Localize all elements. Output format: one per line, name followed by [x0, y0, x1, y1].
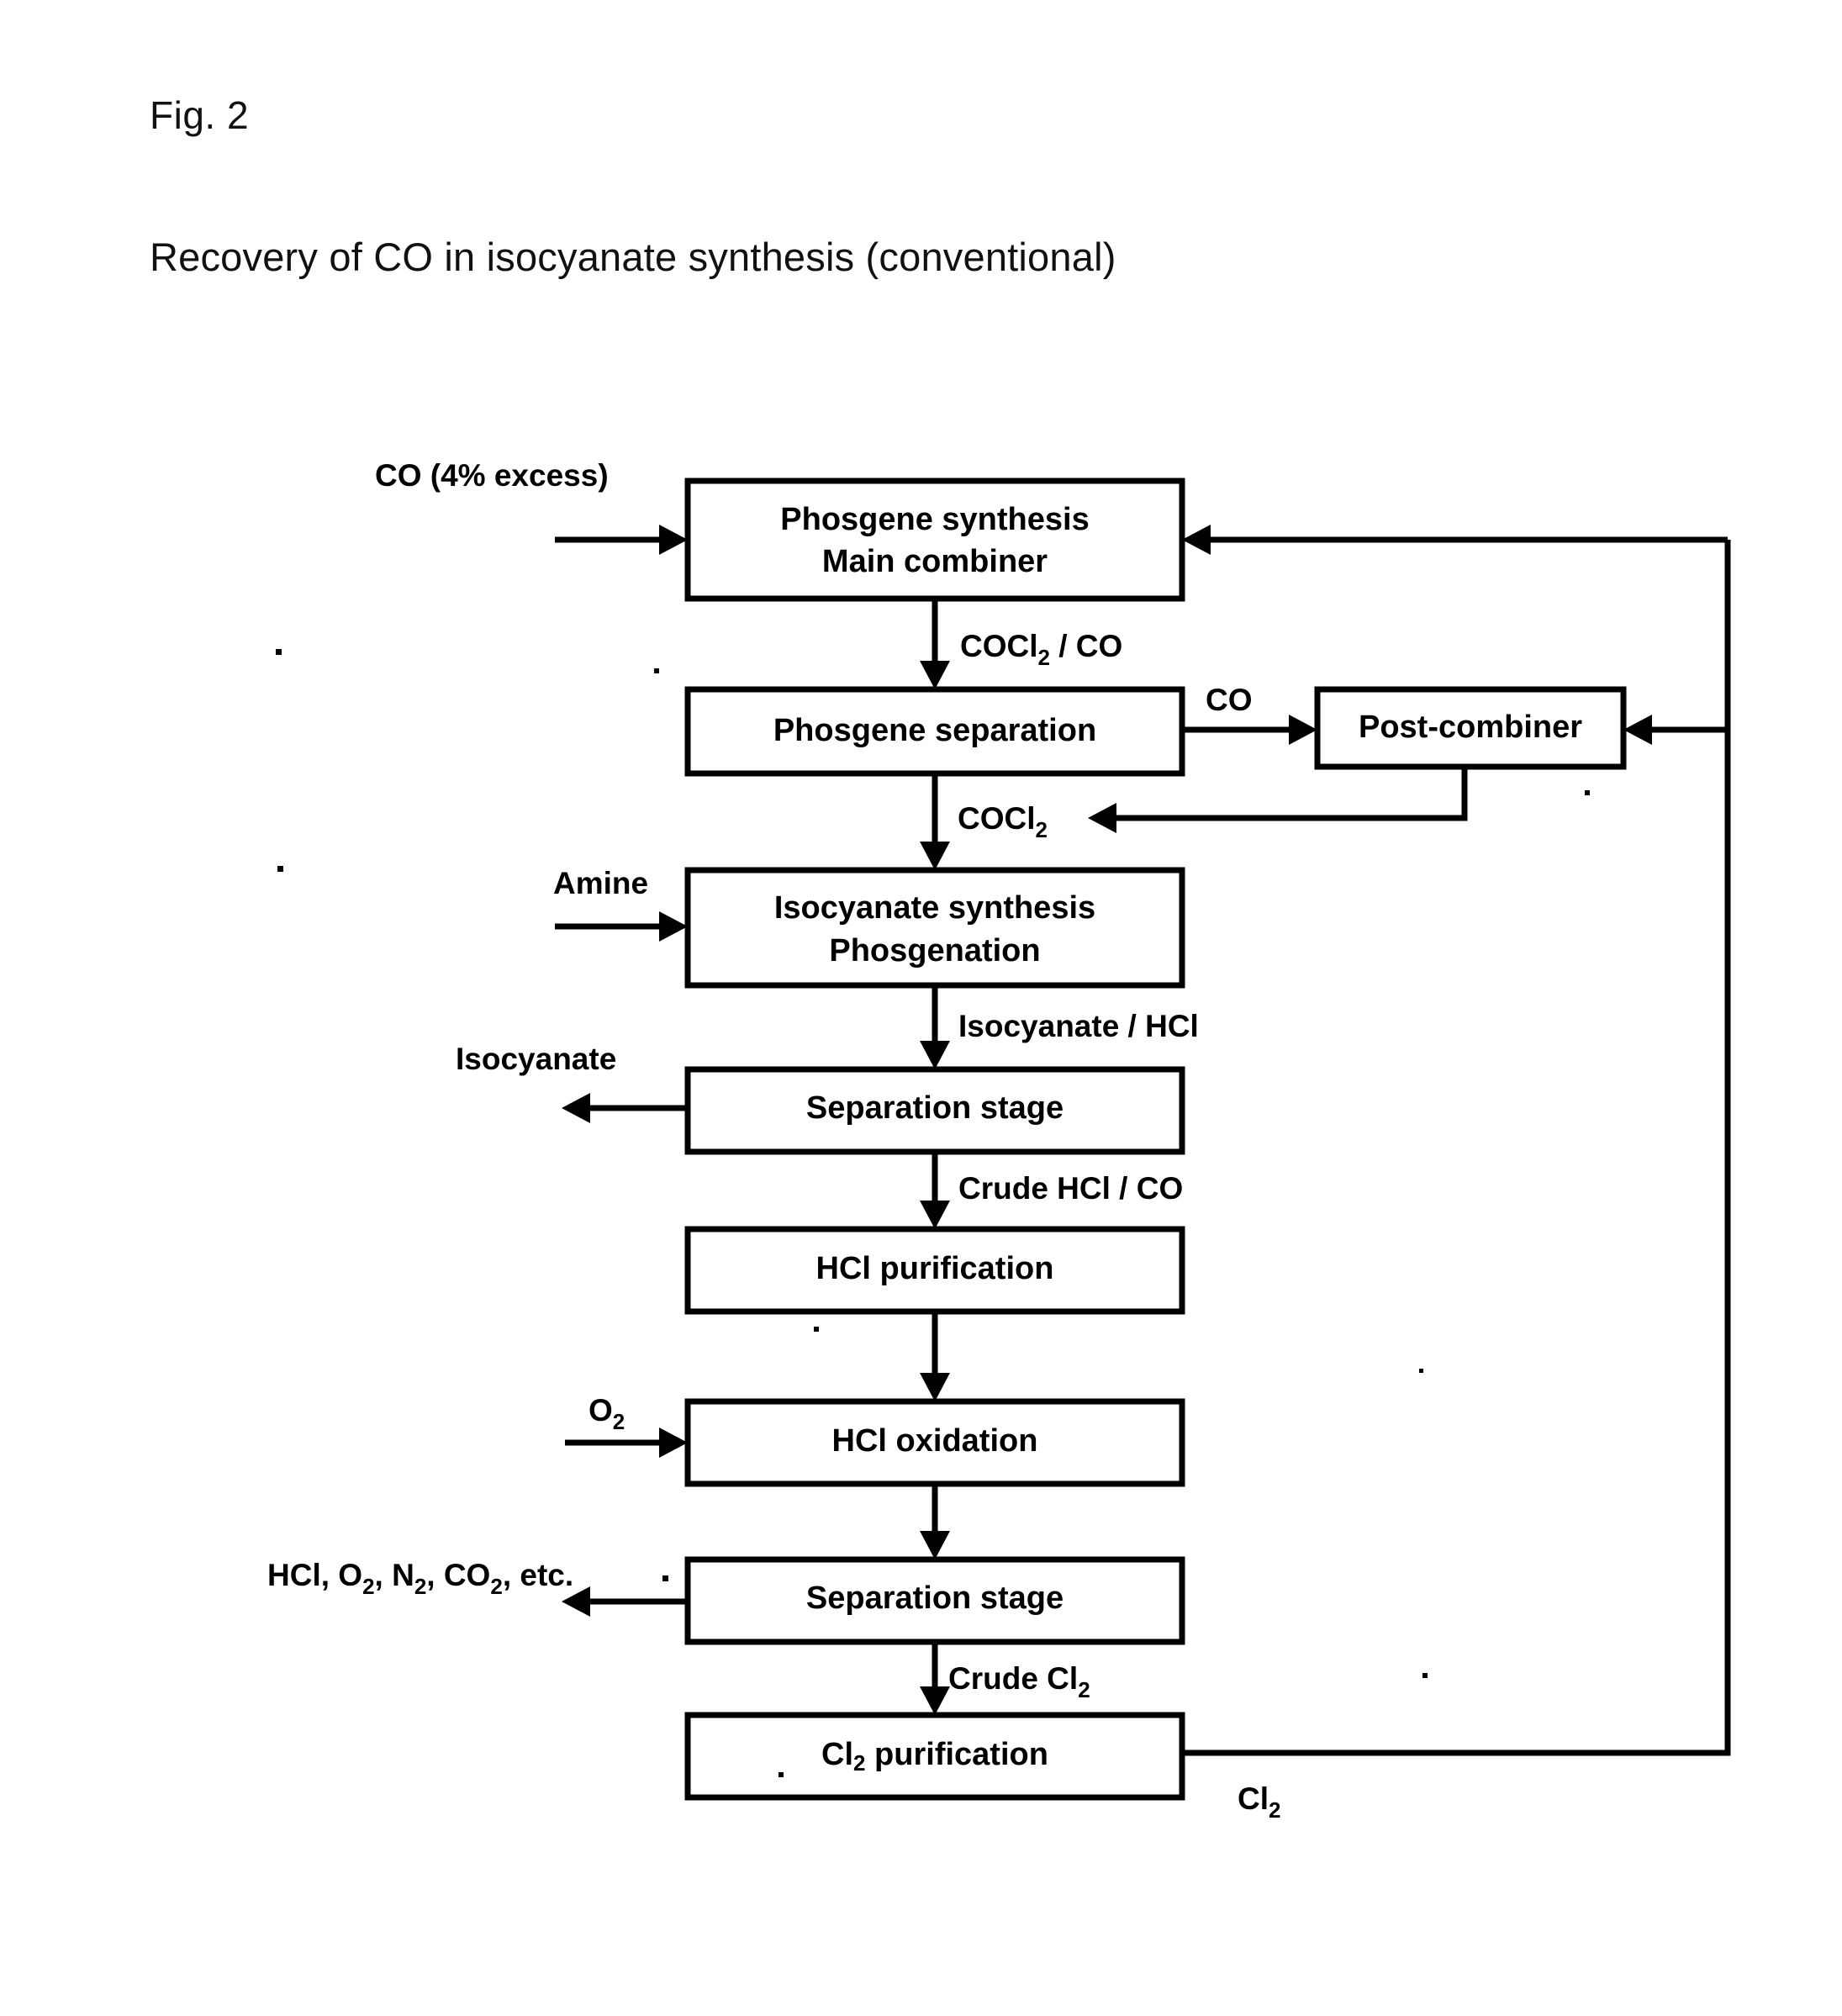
- edge-isocyanate-out: [562, 1093, 688, 1123]
- isocyanate-synthesis-label-line2: Phosgenation: [829, 933, 1040, 968]
- node-post-combiner[interactable]: Post-combiner: [1314, 686, 1627, 770]
- figure-page: Fig. 2 Recovery of CO in isocyanate synt…: [0, 0, 1842, 2016]
- isocyanate-synthesis-label-line1: Isocyanate synthesis: [774, 890, 1095, 926]
- label-co-to-post-combiner: CO: [1206, 683, 1253, 717]
- node-phosgene-separation[interactable]: Phosgene separation: [684, 686, 1185, 777]
- label-waste-co: , CO: [426, 1558, 490, 1592]
- edge-post-combiner-return: [1088, 767, 1468, 833]
- edge-waste-gas-out: [562, 1586, 688, 1617]
- node-separation-stage-2[interactable]: Separation stage: [684, 1556, 1185, 1645]
- label-o2-sub: 2: [613, 1409, 625, 1434]
- edge-cocl2-co: [920, 599, 950, 689]
- label-waste-sub3: 2: [490, 1574, 502, 1599]
- label-cocl2-co: COCl2 / CO: [960, 629, 1122, 670]
- edge-oxidation-to-sep2: [920, 1484, 950, 1559]
- label-o2-main: O: [588, 1393, 613, 1428]
- separation-stage-1-label: Separation stage: [806, 1090, 1064, 1126]
- cl2-purification-label-sub: 2: [853, 1750, 865, 1776]
- edge-crude-cl2: [920, 1642, 950, 1715]
- label-cocl2-sub: 2: [1036, 817, 1048, 842]
- label-cocl2-co-main: COCl: [960, 629, 1038, 663]
- label-co-feed: CO (4% excess): [375, 458, 609, 493]
- edge-amine-feed: [555, 911, 688, 942]
- label-waste-etc: , etc.: [503, 1558, 573, 1592]
- label-waste-n: , N: [375, 1558, 414, 1592]
- edge-cocl2-down: [920, 773, 950, 870]
- label-cocl2-main: COCl: [958, 801, 1036, 836]
- edge-co-to-post-combiner: [1182, 715, 1317, 745]
- hcl-purification-label: HCl purification: [816, 1251, 1054, 1286]
- label-waste-sub1: 2: [362, 1574, 374, 1599]
- separation-stage-2-label: Separation stage: [806, 1581, 1064, 1616]
- label-cocl2: COCl2: [958, 801, 1048, 842]
- edge-cl2-to-post-combiner: [1623, 715, 1728, 745]
- edge-isocyanate-hcl: [920, 985, 950, 1069]
- label-crude-hcl-co: Crude HCl / CO: [958, 1171, 1183, 1206]
- label-amine: Amine: [553, 866, 648, 900]
- label-cocl2-co-rest: / CO: [1050, 629, 1122, 663]
- label-isocyanate-out: Isocyanate: [456, 1042, 616, 1076]
- edge-cl2-to-phosgene-synthesis: [1182, 525, 1728, 555]
- edge-crude-hcl-co: [920, 1152, 950, 1229]
- label-isocyanate-hcl: Isocyanate / HCl: [958, 1009, 1199, 1043]
- label-cl2-recycle-sub: 2: [1269, 1797, 1280, 1823]
- phosgene-separation-label: Phosgene separation: [773, 713, 1096, 748]
- node-cl2-purification[interactable]: Cl2 purification: [684, 1712, 1185, 1801]
- label-crude-cl2: Crude Cl2: [948, 1661, 1090, 1702]
- node-phosgene-synthesis[interactable]: Phosgene synthesis Main combiner: [684, 478, 1185, 602]
- label-cl2-recycle: Cl2: [1238, 1781, 1280, 1823]
- cl2-purification-label-main: Cl: [821, 1737, 853, 1772]
- label-cocl2-co-sub: 2: [1038, 645, 1050, 670]
- edge-hcl-pur-to-oxidation: [920, 1311, 950, 1401]
- hcl-oxidation-label: HCl oxidation: [832, 1423, 1038, 1459]
- label-crude-cl2-sub: 2: [1078, 1677, 1090, 1702]
- edge-o2-feed: [565, 1428, 688, 1458]
- process-flow-diagram: Phosgene synthesis Main combiner Phosgen…: [267, 458, 1731, 1823]
- label-o2-feed: O2: [588, 1393, 625, 1434]
- cl2-purification-label-rest: purification: [866, 1737, 1048, 1772]
- label-waste-gas-out: HCl, O2, N2, CO2, etc.: [267, 1558, 573, 1599]
- edge-co-feed: [555, 525, 688, 555]
- node-hcl-purification[interactable]: HCl purification: [684, 1226, 1185, 1315]
- label-cl2-recycle-main: Cl: [1238, 1781, 1269, 1816]
- node-isocyanate-synthesis[interactable]: Isocyanate synthesis Phosgenation: [684, 867, 1185, 989]
- node-hcl-oxidation[interactable]: HCl oxidation: [684, 1398, 1185, 1487]
- post-combiner-label: Post-combiner: [1359, 710, 1582, 745]
- label-waste-sub2: 2: [414, 1574, 426, 1599]
- label-waste-hcl: HCl, O: [267, 1558, 362, 1592]
- label-crude-cl2-main: Crude Cl: [948, 1661, 1078, 1696]
- node-separation-stage-1[interactable]: Separation stage: [684, 1066, 1185, 1155]
- phosgene-synthesis-label-line1: Phosgene synthesis: [780, 502, 1089, 537]
- phosgene-synthesis-label-line2: Main combiner: [822, 544, 1048, 579]
